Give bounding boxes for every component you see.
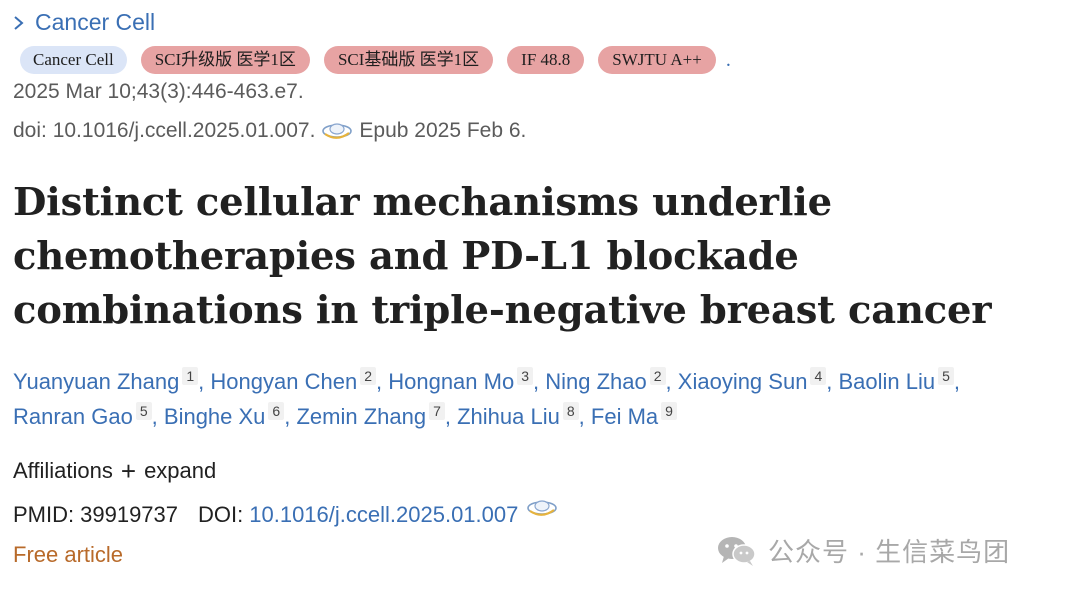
author-item: Fei Ma 9 <box>591 401 677 429</box>
wechat-logo-icon <box>716 534 758 568</box>
author-name-link[interactable]: Binghe Xu <box>164 404 266 429</box>
author-name-link[interactable]: Fei Ma <box>591 404 658 429</box>
affiliation-number[interactable]: 9 <box>661 401 677 420</box>
plus-icon[interactable]: + <box>121 458 136 484</box>
author-item: Zemin Zhang 7 <box>296 401 445 429</box>
free-article-label[interactable]: Free article <box>13 542 123 568</box>
badge-sci-upgrade: SCI升级版 医学1区 <box>140 46 310 74</box>
author-name-link[interactable]: Hongyan Chen <box>210 369 357 394</box>
affiliation-number[interactable]: 8 <box>562 401 579 420</box>
author-separator: , <box>284 404 297 429</box>
doi-link[interactable]: 10.1016/j.ccell.2025.01.007 <box>249 502 518 528</box>
affiliation-number[interactable]: 1 <box>182 366 199 385</box>
affiliation-number[interactable]: 2 <box>649 366 666 385</box>
author-separator: , <box>826 369 839 394</box>
author-separator: , <box>533 369 546 394</box>
affiliation-number[interactable]: 5 <box>135 401 152 420</box>
author-item: Yuanyuan Zhang 1 <box>13 366 199 394</box>
author-list: Yuanyuan Zhang 1, Hongyan Chen 2, Hongnan … <box>13 364 1063 434</box>
badge-trailing-dot: . <box>725 48 731 71</box>
full-text-link-icon[interactable] <box>526 497 558 519</box>
author-item: Xiaoying Sun 4 <box>678 366 827 394</box>
author-separator: , <box>444 404 458 429</box>
author-name-link[interactable]: Hongnan Mo <box>388 369 514 394</box>
author-name-link[interactable]: Zemin Zhang <box>296 404 426 429</box>
author-separator: , <box>198 369 211 394</box>
pmid-value: 39919737 <box>80 502 179 527</box>
citation: 2025 Mar 10;43(3):446-463.e7. <box>13 80 304 103</box>
badge-journal[interactable]: Cancer Cell <box>20 46 127 74</box>
epub-date: Epub 2025 Feb 6. <box>359 119 527 142</box>
author-item: Hongnan Mo 3 <box>388 366 533 394</box>
affiliations-row: Affiliations + expand <box>13 458 216 484</box>
author-name-link[interactable]: Ning Zhao <box>545 369 647 394</box>
watermark-text: 公众号 · 生信菜鸟团 <box>768 537 1011 567</box>
doi-label: DOI: <box>198 502 244 527</box>
author-item: Zhihua Liu 8 <box>457 401 579 429</box>
pmid-label: PMID: <box>13 502 75 527</box>
author-item: Hongyan Chen 2 <box>210 366 376 394</box>
author-separator: , <box>151 404 164 429</box>
full-text-link-icon[interactable] <box>321 120 353 142</box>
author-name-link[interactable]: Baolin Liu <box>838 369 935 394</box>
affiliation-number[interactable]: 3 <box>517 366 533 385</box>
author-name-link[interactable]: Xiaoying Sun <box>678 369 808 394</box>
journal-link[interactable]: Cancer Cell <box>35 9 155 36</box>
author-item: Baolin Liu 5 <box>838 366 954 394</box>
author-name-link[interactable]: Zhihua Liu <box>457 404 560 429</box>
identifiers-row: PMID: 39919737 DOI: 10.1016/j.ccell.2025… <box>13 500 558 528</box>
author-item: Binghe Xu 6 <box>164 401 285 429</box>
badge-swjtu: SWJTU A++ <box>598 46 716 74</box>
watermark: 公众号 · 生信菜鸟团 <box>716 532 1010 569</box>
chevron-right-icon <box>13 15 25 30</box>
doi-epub-line: doi: 10.1016/j.ccell.2025.01.007. Epub 2… <box>13 119 526 143</box>
journal-badges: Cancer Cell SCI升级版 医学1区 SCI基础版 医学1区 IF 4… <box>20 46 731 74</box>
affiliation-number[interactable]: 4 <box>810 366 827 385</box>
author-name-link[interactable]: Yuanyuan Zhang <box>13 369 179 394</box>
affiliation-number[interactable]: 5 <box>938 366 954 385</box>
affiliations-expand-toggle[interactable]: expand <box>144 458 216 484</box>
doi-text: doi: 10.1016/j.ccell.2025.01.007. <box>13 119 316 142</box>
author-separator: , <box>953 369 961 394</box>
affiliation-number[interactable]: 2 <box>360 366 376 385</box>
badge-sci-basic: SCI基础版 医学1区 <box>323 46 494 74</box>
author-item: Ranran Gao 5 <box>13 401 152 429</box>
article-title: Distinct cellular mechanisms underlie ch… <box>13 180 992 333</box>
affiliation-number[interactable]: 7 <box>429 401 445 420</box>
author-separator: , <box>665 369 678 394</box>
affiliation-number[interactable]: 6 <box>268 401 285 420</box>
author-separator: , <box>375 369 389 394</box>
badge-impact-factor: IF 48.8 <box>507 46 585 74</box>
author-item: Ning Zhao 2 <box>545 366 666 394</box>
affiliations-label: Affiliations <box>13 458 113 483</box>
author-name-link[interactable]: Ranran Gao <box>13 404 133 429</box>
journal-row: Cancer Cell <box>13 9 155 36</box>
author-separator: , <box>578 404 591 429</box>
